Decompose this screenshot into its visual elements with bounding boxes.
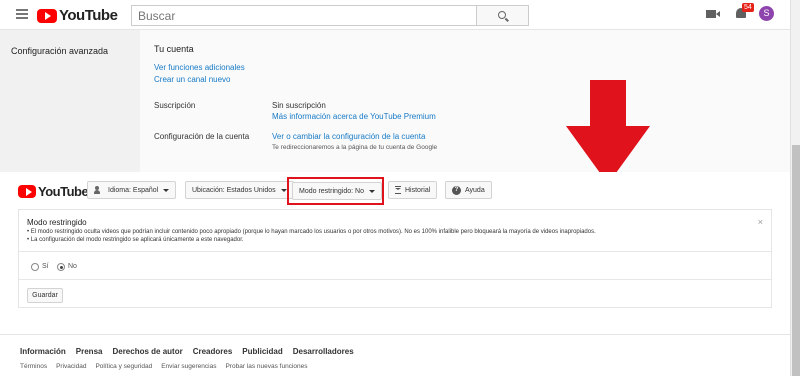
subscription-label: Suscripción	[154, 101, 196, 110]
red-down-arrow-icon	[566, 80, 650, 184]
scrollbar[interactable]	[790, 0, 800, 376]
footer-main-links: Información Prensa Derechos de autor Cre…	[20, 347, 354, 356]
account-config-note: Te redireccionaremos a la página de tu c…	[272, 144, 438, 151]
language-label: Idioma: Español	[108, 186, 159, 194]
footer-link-terms[interactable]: Términos	[20, 363, 47, 370]
search-icon	[498, 11, 506, 19]
footer-link-copyright[interactable]: Derechos de autor	[112, 347, 182, 356]
footer-link-new-features[interactable]: Probar las nuevas funciones	[225, 363, 307, 370]
hourglass-icon	[395, 186, 401, 194]
masthead: YouTube Buscar 54 S	[0, 0, 790, 30]
chevron-down-icon	[280, 188, 287, 192]
location-picker-button[interactable]: Ubicación: Estados Unidos	[185, 181, 294, 199]
sidebar-item-advanced-settings[interactable]: Configuración avanzada	[11, 46, 108, 56]
additional-features-link[interactable]: Ver funciones adicionales	[154, 63, 245, 72]
subscription-value: Sin suscripción	[272, 101, 326, 110]
radio-yes[interactable]	[31, 263, 39, 271]
location-label: Ubicación: Estados Unidos	[192, 186, 276, 194]
history-label: Historial	[405, 186, 431, 194]
radio-yes-label: Sí	[42, 263, 49, 270]
create-channel-link[interactable]: Crear un canal nuevo	[154, 75, 231, 84]
language-picker-button[interactable]: Idioma: Español	[87, 181, 177, 199]
restricted-bullet-2: • La configuración del modo restringido …	[27, 237, 244, 243]
logo-text: YouTube	[59, 7, 118, 24]
footer-link-feedback[interactable]: Enviar sugerencias	[161, 363, 216, 370]
play-logo-icon	[37, 8, 57, 23]
youtube-logo[interactable]: YouTube	[37, 7, 118, 24]
footer-logo-text: YouTube	[38, 184, 89, 199]
help-label: Ayuda	[465, 186, 485, 194]
search-button[interactable]	[477, 5, 529, 26]
restricted-bullet-1: • El modo restringido oculta videos que …	[27, 229, 596, 235]
menu-icon[interactable]	[16, 9, 28, 19]
chevron-down-icon	[163, 188, 170, 192]
footer-link-advertising[interactable]: Publicidad	[242, 347, 282, 356]
avatar[interactable]: S	[759, 6, 774, 21]
footer-link-privacy[interactable]: Privacidad	[56, 363, 86, 370]
page-footer-area: YouTube Idioma: Español Ubicación: Estad…	[0, 172, 790, 376]
settings-panel: Tu cuenta Ver funciones adicionales Crea…	[140, 30, 790, 172]
notification-badge: 54	[742, 3, 754, 12]
upload-video-icon[interactable]	[706, 10, 720, 18]
search-input[interactable]: Buscar	[131, 5, 477, 26]
footer-link-info[interactable]: Información	[20, 347, 66, 356]
restricted-mode-panel: Modo restringido × • El modo restringido…	[18, 209, 772, 308]
help-icon: ?	[452, 185, 461, 195]
highlight-box	[287, 177, 384, 205]
divider	[19, 279, 771, 280]
close-icon[interactable]: ×	[758, 217, 763, 227]
footer-link-creators[interactable]: Creadores	[193, 347, 233, 356]
account-heading: Tu cuenta	[154, 44, 194, 54]
premium-info-link[interactable]: Más información acerca de YouTube Premiu…	[272, 112, 436, 121]
footer-sub-links: Términos Privacidad Política y seguridad…	[20, 363, 308, 370]
help-button[interactable]: ? Ayuda	[445, 181, 492, 199]
restricted-mode-title: Modo restringido	[27, 218, 87, 227]
account-config-link[interactable]: Ver o cambiar la configuración de la cue…	[272, 132, 425, 141]
settings-section: Configuración avanzada Tu cuenta Ver fun…	[0, 30, 790, 184]
radio-no[interactable]	[57, 263, 65, 271]
divider	[19, 251, 771, 252]
save-button[interactable]: Guardar	[27, 288, 63, 303]
footer-link-policy[interactable]: Política y seguridad	[95, 363, 152, 370]
account-config-label: Configuración de la cuenta	[154, 132, 250, 141]
play-logo-icon	[18, 185, 36, 198]
radio-no-label: No	[68, 263, 77, 270]
footer-divider	[0, 334, 790, 335]
footer-link-press[interactable]: Prensa	[76, 347, 103, 356]
language-person-icon	[94, 186, 104, 194]
scrollbar-thumb[interactable]	[792, 145, 800, 376]
footer-link-developers[interactable]: Desarrolladores	[293, 347, 354, 356]
footer-youtube-logo[interactable]: YouTube	[18, 184, 89, 199]
history-button[interactable]: Historial	[388, 181, 438, 199]
